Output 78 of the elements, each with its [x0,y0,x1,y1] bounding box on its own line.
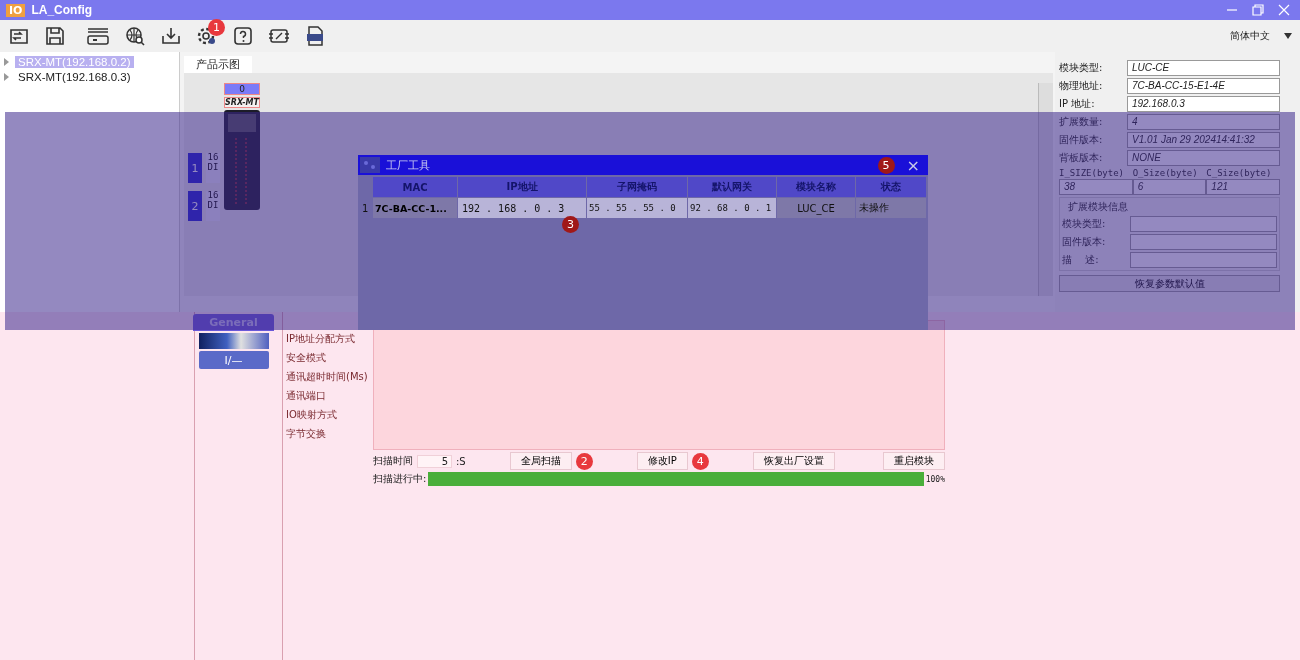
value-field[interactable]: 7C-BA-CC-15-E1-4E [1127,78,1280,94]
module-label: 16DI [206,191,220,221]
scan-time-field[interactable]: 5 [417,454,452,468]
property-label: 通讯端口 [286,389,327,403]
product-view-tab[interactable]: 产品示图 [184,56,252,73]
field-label: 背板版本: [1059,151,1104,165]
settings-icon[interactable] [196,25,218,47]
table-cell: 7C-BA-CC-1... [373,198,457,218]
field-label: 描 述: [1062,253,1100,267]
action-button[interactable]: 修改IP [636,452,688,470]
save-icon[interactable] [44,25,66,47]
unit-label: :S [456,455,466,467]
ip-field[interactable]: 92 . 68 . 0 . 1 [688,198,776,218]
table-cell: LUC_CE [777,198,855,218]
progress-percent: 100% [925,474,945,484]
reset-defaults-button[interactable]: 恢复参数默认值 [1059,275,1280,292]
property-label: 字节交换 [286,427,327,441]
help-icon[interactable] [232,25,254,47]
size-field[interactable]: 38 [1059,179,1133,195]
number-badge: 4 [691,452,709,470]
value-field[interactable]: 4 [1127,114,1280,130]
document-icon[interactable] [304,25,326,47]
device-tree-item[interactable]: SRX-MT(192.168.0.3) [15,70,134,83]
close-button[interactable]: × [906,155,920,175]
app-icon [360,157,380,173]
field-label: 固件版本: [1062,235,1107,249]
field-label: 模块类型: [1062,217,1107,231]
slot-number: 2 [188,191,202,221]
value-field[interactable]: 192.168.0.3 [1127,96,1280,112]
value-field[interactable] [1130,216,1277,232]
action-button[interactable]: 全局扫描 [509,452,572,470]
field-label: 物理地址: [1059,79,1104,93]
value-field[interactable] [1130,252,1277,268]
property-label: IP地址分配方式 [286,332,356,346]
slot-number: 1 [188,153,202,183]
number-badge: 2 [575,452,593,470]
property-label: IO映射方式 [286,408,338,422]
ip-field[interactable]: 192 . 168 . 0 . 3 [458,198,586,218]
size-label: I_SIZE(byte) [1059,168,1126,178]
action-button[interactable]: 恢复出厂设置 [752,452,835,470]
close-icon[interactable] [1278,4,1290,16]
field-label: IP 地址: [1059,97,1096,111]
value-field[interactable]: LUC-CE [1127,60,1280,76]
scroll-bar[interactable] [1038,83,1053,296]
property-label: 安全模式 [286,351,327,365]
caret-icon[interactable] [1284,33,1292,39]
table-cell: 未操作 [856,198,926,218]
slot-number: 0 [224,83,260,95]
action-button[interactable]: 重启模块 [883,452,945,470]
ip-field[interactable]: 55 . 55 . 55 . 0 [587,198,687,218]
size-field[interactable]: 121 [1206,179,1280,195]
value-field[interactable]: NONE [1127,150,1280,166]
size-label: O_Size(byte) [1132,168,1199,178]
field-label: 模块类型: [1059,61,1104,75]
value-field[interactable] [1130,234,1277,250]
number-badge: 1 [208,19,225,36]
property-label: 通讯超时时间(Ms) [286,370,369,384]
download-icon[interactable] [160,25,182,47]
module-name: SRX-MT [224,97,260,108]
number-badge: 5 [877,156,895,174]
size-field[interactable]: 6 [1132,179,1207,195]
field-label: 扩展数量: [1059,115,1104,129]
scan-time-label: 扫描时间 [373,454,413,468]
restore-icon[interactable] [1252,4,1264,16]
dhcp-icon[interactable] [86,25,110,47]
size-label: C_Size(byte) [1206,168,1273,178]
field-label: 固件版本: [1059,133,1104,147]
group-title: 扩展模块信息 [1067,200,1129,214]
language-dropdown[interactable]: 简体中文 [1230,29,1270,43]
module-label: 16DI [206,153,220,183]
side-button[interactable]: I/— [198,351,269,369]
dialog-title: 工厂工具 [386,157,430,173]
value-field[interactable]: V1.01 Jan 29 202414:41:32 [1127,132,1280,148]
progress-label: 扫描进行中: [373,472,427,486]
number-badge: 3 [562,216,579,233]
app-logo: IO [6,3,26,17]
window-title: LA_Config [31,3,93,17]
globe-search-icon[interactable] [124,25,146,47]
